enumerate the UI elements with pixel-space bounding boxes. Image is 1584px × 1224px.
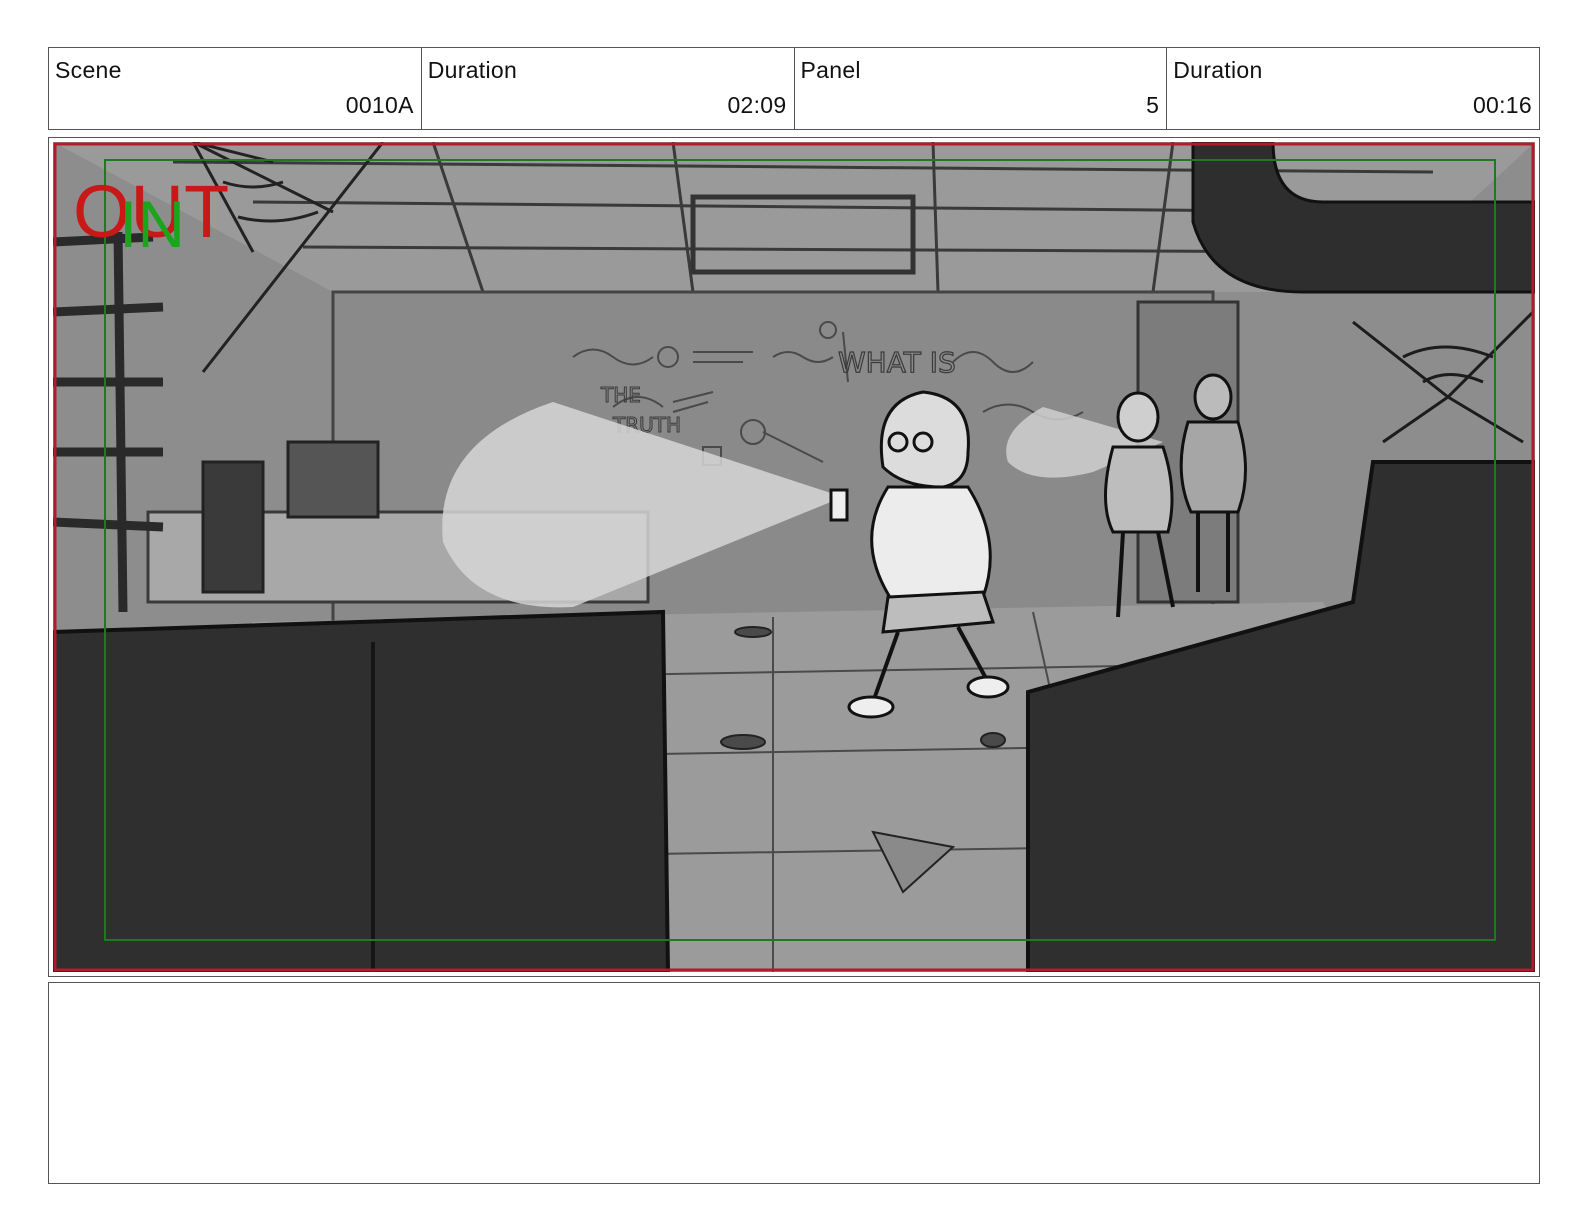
panel-duration-cell: Duration 00:16 bbox=[1167, 48, 1539, 129]
scene-duration-value: 02:09 bbox=[727, 92, 787, 118]
panel-value: 5 bbox=[1146, 92, 1160, 118]
panel-duration-value: 00:16 bbox=[1472, 92, 1532, 118]
scene-duration-cell: Duration 02:09 bbox=[422, 48, 795, 129]
panel-duration-label: Duration bbox=[1173, 57, 1263, 83]
storyboard-panel: WHAT IS THE TRUTH OUT IN bbox=[48, 137, 1540, 977]
scene-value: 0010A bbox=[345, 92, 414, 118]
scene-cell: Scene 0010A bbox=[49, 48, 422, 129]
scene-duration-label: Duration bbox=[427, 57, 518, 83]
wall-text-the: THE bbox=[600, 383, 641, 407]
scene-label: Scene bbox=[55, 57, 122, 83]
panel-label: Panel bbox=[800, 57, 861, 83]
in-marker: IN bbox=[119, 187, 185, 261]
computer-monitor bbox=[286, 440, 380, 519]
panel-cell: Panel 5 bbox=[795, 48, 1168, 129]
panel-notes bbox=[48, 982, 1540, 1184]
foreground-counter-left bbox=[53, 609, 671, 972]
lab-equipment bbox=[201, 460, 265, 594]
panel-header: Scene 0010A Duration 02:09 Panel 5 Durat… bbox=[48, 47, 1540, 130]
wall-text-what-is: WHAT IS bbox=[838, 346, 956, 379]
storyboard-sketch: WHAT IS THE TRUTH OUT IN bbox=[53, 142, 1535, 972]
